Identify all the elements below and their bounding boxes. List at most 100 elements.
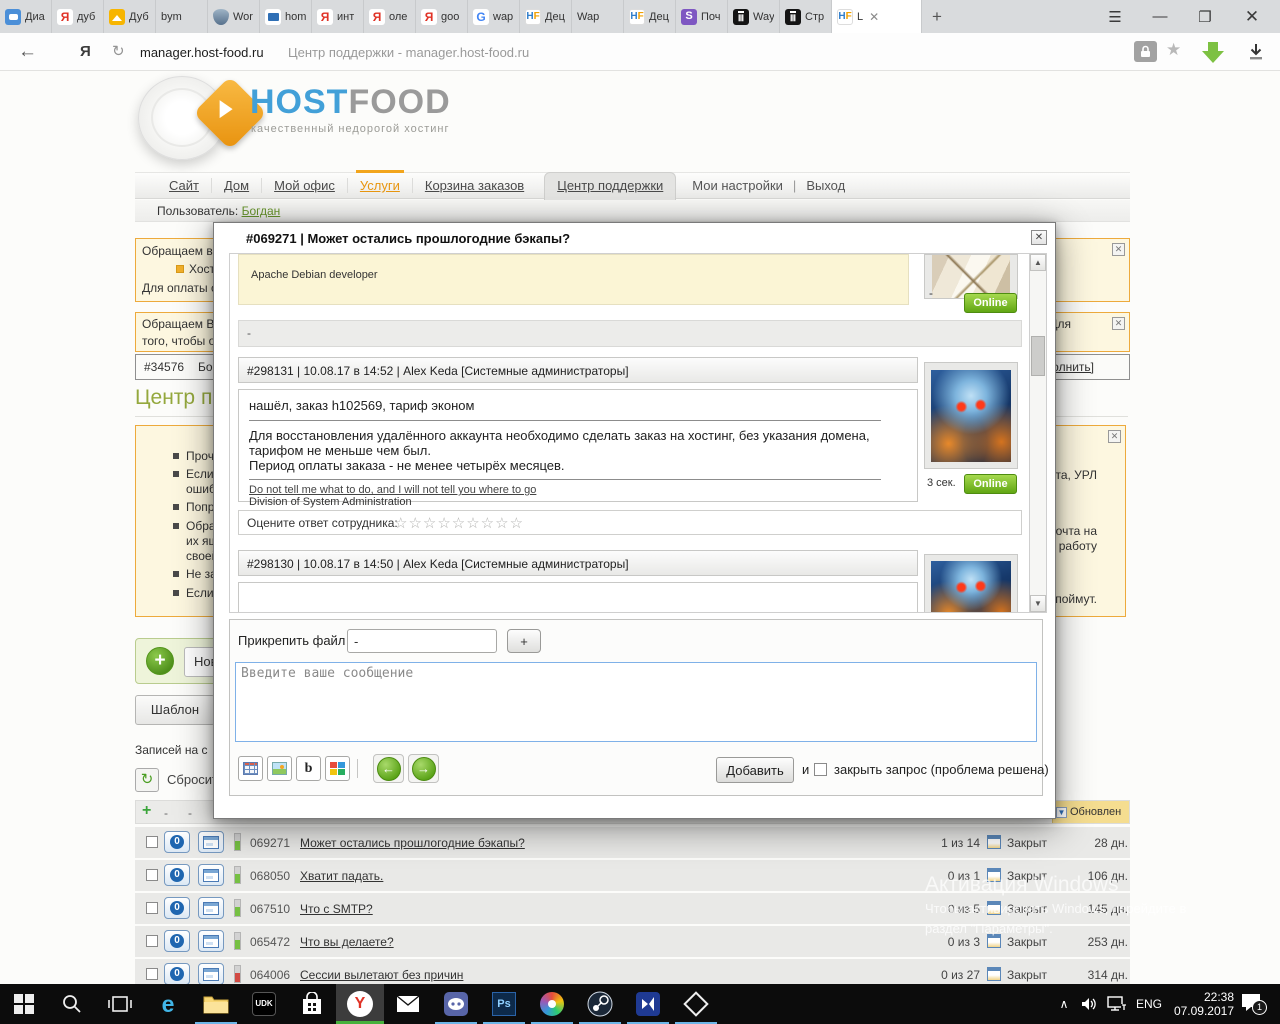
row-checkbox[interactable] xyxy=(146,902,158,914)
discord-icon[interactable] xyxy=(432,984,480,1024)
edge-icon[interactable]: e xyxy=(144,984,192,1024)
row-checkbox[interactable] xyxy=(146,869,158,881)
yandex-logo-icon[interactable]: Я xyxy=(80,43,91,60)
browser-tab[interactable]: hom xyxy=(260,0,312,33)
downloads-icon[interactable] xyxy=(1247,43,1265,66)
info-button[interactable] xyxy=(164,864,190,886)
column-header[interactable]: - xyxy=(188,806,192,820)
close-notice-icon[interactable] xyxy=(1112,243,1125,256)
minimize-button[interactable]: — xyxy=(1140,0,1180,33)
ticket-title-link[interactable]: Что вы делаете? xyxy=(300,935,394,949)
browser-tab[interactable]: Диа xyxy=(0,0,52,33)
scroll-up-icon[interactable]: ▲ xyxy=(1030,254,1046,271)
add-attachment-button[interactable]: + xyxy=(507,629,541,653)
row-checkbox[interactable] xyxy=(146,836,158,848)
message-textarea[interactable] xyxy=(235,662,1037,742)
back-button-icon[interactable]: ← xyxy=(18,41,37,63)
task-view-icon[interactable] xyxy=(96,984,144,1024)
udk-icon[interactable]: UDK xyxy=(240,984,288,1024)
browser-tab[interactable]: Стр xyxy=(780,0,832,33)
nav-item-settings[interactable]: Мои настройки xyxy=(682,178,793,193)
prev-button[interactable]: ← xyxy=(373,754,404,783)
mail-icon[interactable] xyxy=(384,984,432,1024)
insert-blocks-button[interactable] xyxy=(325,756,350,781)
template-button[interactable]: Шаблон xyxy=(135,695,215,725)
open-window-button[interactable] xyxy=(198,831,224,853)
ticket-action-link[interactable]: олнить] xyxy=(1052,360,1094,374)
browser-tab[interactable]: Дец xyxy=(624,0,676,33)
add-request-icon[interactable]: + xyxy=(146,647,174,675)
info-button[interactable] xyxy=(164,831,190,853)
windows-store-icon[interactable] xyxy=(288,984,336,1024)
scrollbar[interactable]: ▲ ▼ xyxy=(1029,254,1046,612)
info-button[interactable] xyxy=(164,897,190,919)
nav-item-site[interactable]: Сайт xyxy=(157,178,212,193)
rating-stars-icon[interactable] xyxy=(394,514,524,532)
insert-image-button[interactable] xyxy=(267,756,292,781)
insert-table-button[interactable] xyxy=(238,756,263,781)
paint-app-icon[interactable] xyxy=(528,984,576,1024)
refresh-icon[interactable]: ↻ xyxy=(112,42,125,60)
browser-tab[interactable]: дуб xyxy=(52,0,104,33)
maximize-button[interactable]: ❐ xyxy=(1185,0,1225,33)
clock[interactable]: 22:38 07.09.2017 xyxy=(1168,984,1234,1024)
browser-tab[interactable]: wap xyxy=(468,0,520,33)
nav-item-support[interactable]: Центр поддержки xyxy=(544,172,676,200)
nav-item-office[interactable]: Мой офис xyxy=(262,178,348,193)
browser-tab[interactable]: Wor xyxy=(208,0,260,33)
search-icon[interactable] xyxy=(48,984,96,1024)
language-indicator[interactable]: ENG xyxy=(1132,984,1166,1024)
ticket-title-link[interactable]: Может остались прошлогодние бэкапы? xyxy=(300,836,525,850)
column-header[interactable]: - xyxy=(164,806,168,820)
row-checkbox[interactable] xyxy=(146,968,158,980)
browser-tab[interactable]: инт xyxy=(312,0,364,33)
file-explorer-icon[interactable] xyxy=(192,984,240,1024)
yandex-browser-icon[interactable]: Y xyxy=(336,984,384,1024)
browser-tab[interactable]: goo xyxy=(416,0,468,33)
network-icon[interactable] xyxy=(1104,984,1130,1024)
browser-tab[interactable]: bym xyxy=(156,0,208,33)
steam-icon[interactable] xyxy=(576,984,624,1024)
user-name-link[interactable]: Богдан xyxy=(242,204,281,218)
volume-icon[interactable] xyxy=(1078,984,1102,1024)
open-window-button[interactable] xyxy=(198,930,224,952)
bold-button[interactable]: b xyxy=(296,756,321,781)
close-window-button[interactable]: ✕ xyxy=(1232,0,1272,33)
scroll-down-icon[interactable]: ▼ xyxy=(1030,595,1046,612)
close-notice-icon[interactable] xyxy=(1112,317,1125,330)
browser-tab[interactable]: оле xyxy=(364,0,416,33)
browser-tab[interactable]: Wap xyxy=(572,0,624,33)
browser-tab[interactable]: Way xyxy=(728,0,780,33)
new-tab-button[interactable]: + xyxy=(922,0,952,33)
close-request-checkbox[interactable] xyxy=(814,763,827,776)
close-notice-icon[interactable] xyxy=(1108,430,1121,443)
tab-close-icon[interactable]: ✕ xyxy=(869,10,879,24)
nav-item-services[interactable]: Услуги xyxy=(348,178,413,193)
photoshop-icon[interactable]: Ps xyxy=(480,984,528,1024)
row-checkbox[interactable] xyxy=(146,935,158,947)
info-button[interactable] xyxy=(164,963,190,984)
tray-chevron-icon[interactable]: ∧ xyxy=(1052,984,1076,1024)
browser-tab-active[interactable]: L✕ xyxy=(832,0,922,33)
browser-tab[interactable]: Поч xyxy=(676,0,728,33)
open-window-button[interactable] xyxy=(198,897,224,919)
url-host[interactable]: manager.host-food.ru xyxy=(140,45,264,60)
open-window-button[interactable] xyxy=(198,864,224,886)
info-button[interactable] xyxy=(164,930,190,952)
browser-tab[interactable]: Дуб xyxy=(104,0,156,33)
dialog-close-icon[interactable] xyxy=(1031,230,1047,245)
nav-item-home[interactable]: Дом xyxy=(212,178,262,193)
open-window-button[interactable] xyxy=(198,963,224,984)
nav-item-cart[interactable]: Корзина заказов xyxy=(413,178,536,193)
ticket-title-link[interactable]: Что с SMTP? xyxy=(300,902,373,916)
visual-studio-icon[interactable] xyxy=(624,984,672,1024)
site-logo[interactable]: HOSTFOOD xyxy=(250,83,451,122)
signature-link[interactable]: Do not tell me what to do, and I will no… xyxy=(249,484,907,496)
start-button[interactable] xyxy=(0,984,48,1024)
browser-tab[interactable]: Дец xyxy=(520,0,572,33)
ticket-title-link[interactable]: Хватит падать. xyxy=(300,869,383,883)
tribler-icon[interactable] xyxy=(672,984,720,1024)
ticket-title-link[interactable]: Сессии вылетают без причин xyxy=(300,968,463,982)
scrollbar-thumb[interactable] xyxy=(1031,336,1045,376)
add-column-icon[interactable]: + xyxy=(142,802,151,820)
